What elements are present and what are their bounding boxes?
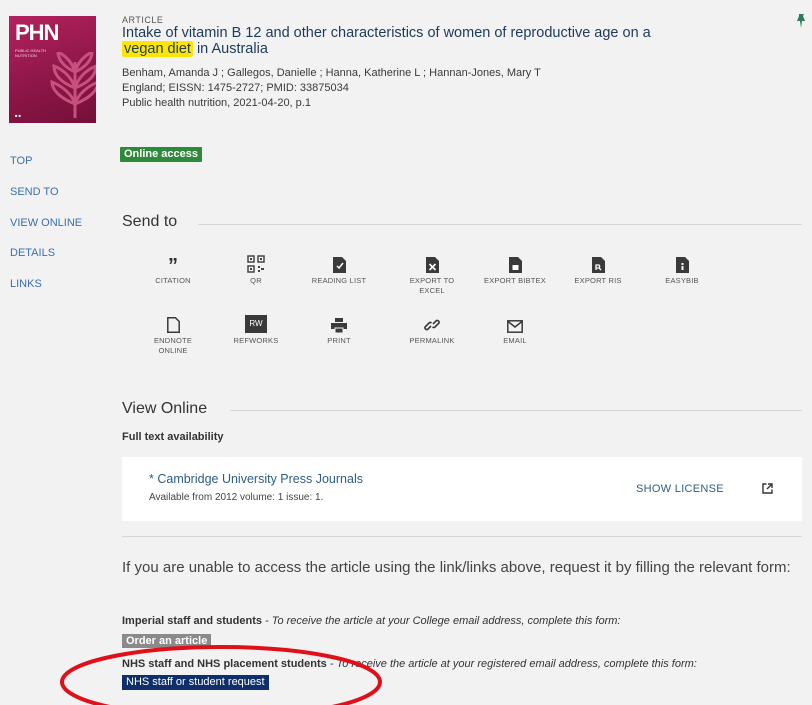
action-label: EASYBIB bbox=[665, 276, 699, 285]
title-search-highlight: vegan diet bbox=[122, 41, 193, 57]
action-label: CITATION bbox=[155, 276, 191, 285]
title-part: in Australia bbox=[192, 41, 268, 57]
action-qr[interactable]: QR bbox=[214, 249, 298, 286]
full-text-availability-label: Full text availability bbox=[122, 431, 224, 443]
send-to-heading: Send to bbox=[122, 213, 178, 230]
document-icon bbox=[332, 257, 346, 273]
record-authors: Benham, Amanda J ; Gallegos, Danielle ; … bbox=[122, 67, 541, 79]
nav-top[interactable]: TOP bbox=[10, 155, 32, 167]
endnote-icon bbox=[166, 317, 180, 333]
source-link[interactable]: * Cambridge University Press Journals bbox=[149, 472, 363, 486]
nav-details[interactable]: DETAILS bbox=[10, 247, 55, 259]
wheat-icon bbox=[50, 52, 96, 118]
action-label: EXPORT RIS bbox=[574, 276, 622, 285]
journal-cover-thumbnail[interactable]: PHN PUBLIC HEALTH NUTRITION ■ ■ bbox=[9, 16, 96, 123]
show-license-button[interactable]: SHOW LICENSE bbox=[636, 483, 724, 495]
imperial-label: Imperial staff and students bbox=[122, 615, 262, 627]
action-export-bibtex[interactable]: EXPORT BIBTEX bbox=[473, 253, 557, 286]
divider bbox=[230, 410, 802, 411]
record-identifiers: England; EISSN: 1475-2727; PMID: 3387503… bbox=[122, 82, 349, 94]
view-online-heading: View Online bbox=[122, 400, 208, 417]
qr-code-icon bbox=[247, 255, 265, 273]
action-label: QR bbox=[250, 276, 262, 285]
print-icon bbox=[331, 318, 347, 333]
pin-icon[interactable] bbox=[795, 14, 807, 28]
action-label: PERMALINK bbox=[409, 336, 455, 345]
imperial-text: - To receive the article at your College… bbox=[261, 615, 621, 627]
action-reading-list[interactable]: READING LIST bbox=[297, 253, 381, 286]
action-easybib[interactable]: EASYBIB bbox=[640, 253, 724, 286]
ris-icon bbox=[591, 257, 605, 273]
source-availability: Available from 2012 volume: 1 issue: 1. bbox=[149, 492, 324, 503]
nav-links[interactable]: LINKS bbox=[10, 278, 42, 290]
online-access-badge[interactable]: Online access bbox=[120, 147, 202, 162]
divider bbox=[122, 536, 802, 537]
action-export-ris[interactable]: EXPORT RIS bbox=[556, 253, 640, 286]
nhs-label: NHS staff and NHS placement students bbox=[122, 658, 327, 670]
full-text-source-card[interactable]: * Cambridge University Press Journals Av… bbox=[122, 457, 802, 521]
nav-send-to[interactable]: SEND TO bbox=[10, 186, 59, 198]
action-permalink[interactable]: PERMALINK bbox=[390, 313, 474, 346]
record-type: ARTICLE bbox=[122, 15, 164, 25]
imperial-instructions: Imperial staff and students - To receive… bbox=[122, 615, 620, 627]
record-source: Public health nutrition, 2021-04-20, p.1 bbox=[122, 97, 311, 109]
external-link-icon[interactable] bbox=[762, 483, 773, 494]
action-label: PRINT bbox=[327, 336, 351, 345]
publisher-mark-icon: ■ ■ bbox=[15, 113, 21, 118]
action-refworks[interactable]: RW REFWORKS bbox=[214, 309, 298, 346]
journal-logo: PHN bbox=[15, 20, 59, 45]
divider bbox=[198, 224, 802, 225]
order-article-button[interactable]: Order an article bbox=[122, 634, 212, 648]
link-icon bbox=[424, 319, 440, 331]
nhs-request-button[interactable]: NHS staff or student request bbox=[122, 675, 269, 690]
bibtex-icon bbox=[508, 257, 522, 273]
action-label: ENDNOTE ONLINE bbox=[153, 336, 193, 355]
title-part: Intake of vitamin B 12 and other charact… bbox=[122, 25, 651, 41]
refworks-icon: RW bbox=[245, 315, 267, 333]
annotation-ellipse bbox=[60, 645, 382, 705]
action-label: EXPORT TO EXCEL bbox=[409, 276, 455, 295]
action-label: REFWORKS bbox=[233, 336, 279, 345]
email-icon bbox=[507, 320, 523, 333]
excel-icon bbox=[425, 257, 439, 273]
action-citation[interactable]: ” CITATION bbox=[131, 253, 215, 286]
action-email[interactable]: EMAIL bbox=[473, 313, 557, 346]
action-export-excel[interactable]: EXPORT TO EXCEL bbox=[390, 253, 474, 296]
action-endnote-online[interactable]: ENDNOTE ONLINE bbox=[131, 313, 215, 356]
action-label: READING LIST bbox=[311, 276, 367, 285]
request-intro: If you are unable to access the article … bbox=[122, 559, 791, 576]
easybib-icon bbox=[675, 257, 689, 273]
action-label: EXPORT BIBTEX bbox=[484, 276, 546, 285]
record-title[interactable]: Intake of vitamin B 12 and other charact… bbox=[122, 25, 692, 57]
quote-icon: ” bbox=[168, 255, 178, 277]
action-print[interactable]: PRINT bbox=[297, 313, 381, 346]
nhs-text: - To receive the article at your registe… bbox=[326, 658, 697, 670]
nav-view-online[interactable]: VIEW ONLINE bbox=[10, 217, 82, 229]
action-label: EMAIL bbox=[503, 336, 527, 345]
nhs-instructions: NHS staff and NHS placement students - T… bbox=[122, 658, 697, 670]
